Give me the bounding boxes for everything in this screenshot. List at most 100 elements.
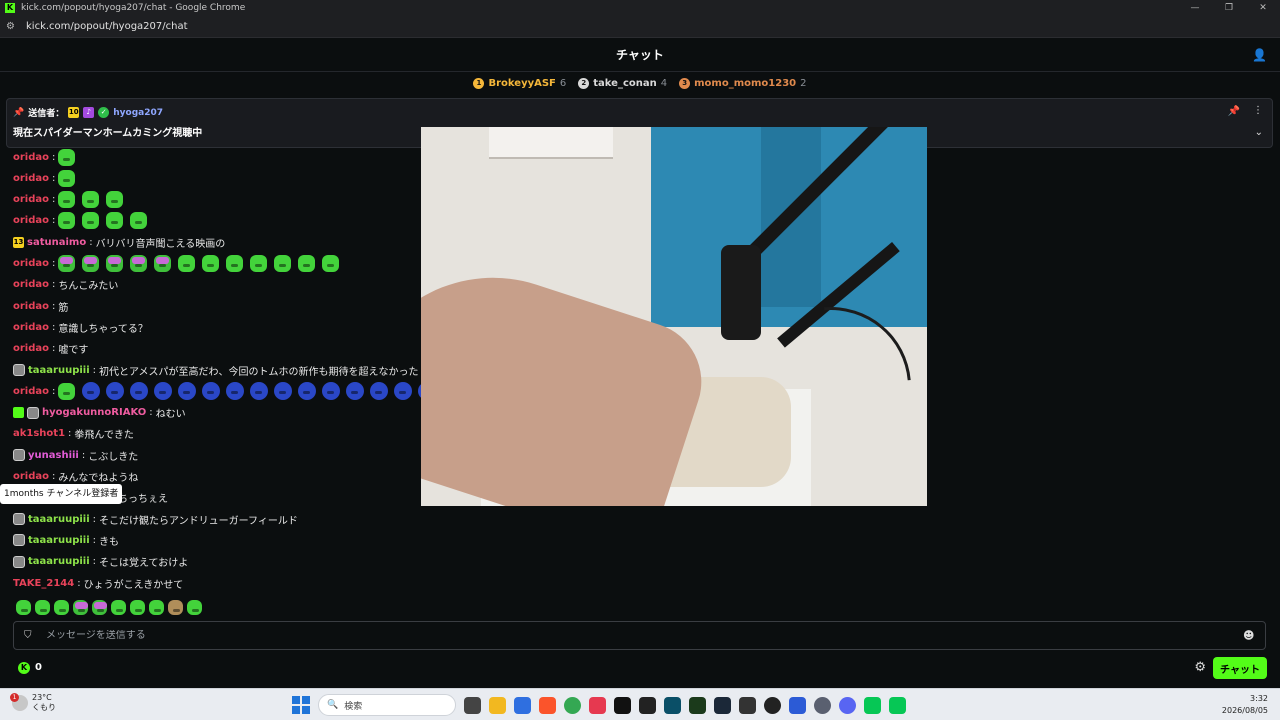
steam-icon[interactable] [714, 696, 731, 714]
emote-icon[interactable] [394, 382, 413, 401]
emote-icon[interactable] [58, 191, 76, 209]
emote-icon[interactable] [168, 600, 183, 615]
emoji-picker-icon[interactable]: ☻ [1243, 630, 1255, 642]
kick-points-icon[interactable]: K [18, 662, 30, 674]
emote-icon[interactable] [16, 600, 31, 615]
windows-start-icon[interactable] [292, 696, 310, 714]
chat-username[interactable]: yunashiii [28, 450, 79, 461]
emote-icon[interactable] [250, 255, 268, 272]
leaderboard-item[interactable]: 3 momo_momo1230 2 [679, 77, 807, 89]
video-player[interactable] [421, 127, 927, 506]
chat-username[interactable]: oridao [13, 194, 49, 205]
emote-icon[interactable] [250, 382, 269, 401]
chat-username[interactable]: oridao [13, 152, 49, 163]
emote-icon[interactable] [226, 382, 245, 401]
emote-icon[interactable] [149, 600, 164, 615]
emote-icon[interactable] [274, 255, 292, 272]
chat-username[interactable]: oridao [13, 471, 49, 482]
close-icon[interactable]: ✕ [1246, 0, 1280, 16]
emote-icon[interactable] [54, 600, 69, 615]
more-options-icon[interactable]: ⋮ [1253, 105, 1263, 116]
chat-username[interactable]: ak1shot1 [13, 428, 65, 439]
app-icon[interactable] [789, 696, 806, 714]
shield-icon[interactable]: ⛉ [24, 630, 36, 642]
app-icon[interactable] [639, 696, 656, 714]
brave-browser-icon[interactable] [539, 696, 556, 714]
chat-username[interactable]: oridao [13, 279, 49, 290]
chat-username[interactable]: oridao [13, 215, 49, 226]
emote-icon[interactable] [178, 255, 196, 272]
emote-icon[interactable] [82, 382, 101, 401]
chat-username[interactable]: TAKE_2144 [13, 578, 74, 589]
users-icon[interactable]: 👤 [1252, 48, 1267, 62]
obs-icon[interactable] [764, 696, 781, 714]
emote-icon[interactable] [154, 255, 172, 272]
line-icon[interactable] [864, 696, 881, 714]
minimize-icon[interactable]: — [1178, 0, 1212, 16]
emote-icon[interactable] [58, 255, 76, 272]
emote-icon[interactable] [106, 382, 125, 401]
emote-icon[interactable] [322, 382, 341, 401]
leaderboard-item[interactable]: 2 take_conan 4 [578, 77, 667, 89]
line-icon[interactable] [889, 696, 906, 714]
tiktok-icon[interactable] [614, 696, 631, 714]
chat-username[interactable]: oridao [13, 322, 49, 333]
chat-username[interactable]: oridao [13, 386, 49, 397]
app-icon[interactable] [589, 696, 606, 714]
emote-icon[interactable] [73, 600, 88, 615]
app-icon[interactable] [514, 696, 531, 714]
emote-icon[interactable] [187, 600, 202, 615]
emote-icon[interactable] [346, 382, 365, 401]
emote-icon[interactable] [82, 191, 100, 209]
emote-icon[interactable] [178, 382, 197, 401]
emote-icon[interactable] [82, 212, 100, 230]
emote-icon[interactable] [92, 600, 107, 615]
emote-icon[interactable] [58, 212, 76, 230]
subscriber-badge[interactable]: 13 [13, 236, 24, 248]
url-text[interactable]: kick.com/popout/hyoga207/chat [26, 21, 188, 32]
emote-icon[interactable] [202, 382, 221, 401]
chat-username[interactable]: oridao [13, 301, 49, 312]
emote-icon[interactable] [298, 255, 316, 272]
app-icon[interactable] [689, 696, 706, 714]
chat-username[interactable]: hyogakunnoRIAKO [42, 407, 146, 418]
avatar[interactable] [13, 555, 25, 568]
emote-icon[interactable] [106, 191, 124, 209]
emote-icon[interactable] [370, 382, 389, 401]
avatar[interactable] [27, 406, 39, 419]
pin-icon[interactable]: 📌 [1228, 106, 1240, 117]
chat-username[interactable]: oridao [13, 343, 49, 354]
chat-username[interactable]: oridao [13, 258, 49, 269]
chat-username[interactable]: oridao [13, 173, 49, 184]
app-icon[interactable] [664, 696, 681, 714]
emote-icon[interactable] [35, 600, 50, 615]
emote-icon[interactable] [202, 255, 220, 272]
emote-icon[interactable] [154, 382, 173, 401]
pinned-sender-name[interactable]: hyoga207 [113, 108, 163, 118]
emote-icon[interactable] [226, 255, 244, 272]
maximize-icon[interactable]: ❐ [1212, 0, 1246, 16]
emote-icon[interactable] [130, 600, 145, 615]
emote-icon[interactable] [58, 148, 76, 166]
system-clock[interactable]: 3:32 2026/08/05 [1222, 693, 1268, 717]
chevron-down-icon[interactable]: ⌄ [1255, 127, 1263, 138]
emote-icon[interactable] [106, 212, 124, 230]
avatar[interactable] [13, 449, 25, 462]
message-input[interactable] [46, 630, 1206, 641]
avatar[interactable] [13, 534, 25, 547]
task-view-icon[interactable] [464, 696, 481, 714]
app-icon[interactable] [739, 696, 756, 714]
emote-icon[interactable] [106, 255, 124, 272]
settings-icon[interactable] [814, 696, 831, 714]
gear-icon[interactable]: ⚙ [1194, 660, 1206, 675]
emote-icon[interactable] [274, 382, 293, 401]
emote-icon[interactable] [82, 255, 100, 272]
send-chat-button[interactable]: チャット [1213, 657, 1267, 679]
file-explorer-icon[interactable] [489, 696, 506, 714]
chat-username[interactable]: taaaruupiii [28, 365, 90, 376]
chat-username[interactable]: satunaimo [27, 237, 86, 248]
avatar[interactable] [13, 364, 25, 376]
emote-icon[interactable] [130, 212, 148, 230]
site-info-icon[interactable]: ⚙ [6, 21, 20, 32]
leaderboard-item[interactable]: 1 BrokeyyASF 6 [473, 77, 566, 89]
